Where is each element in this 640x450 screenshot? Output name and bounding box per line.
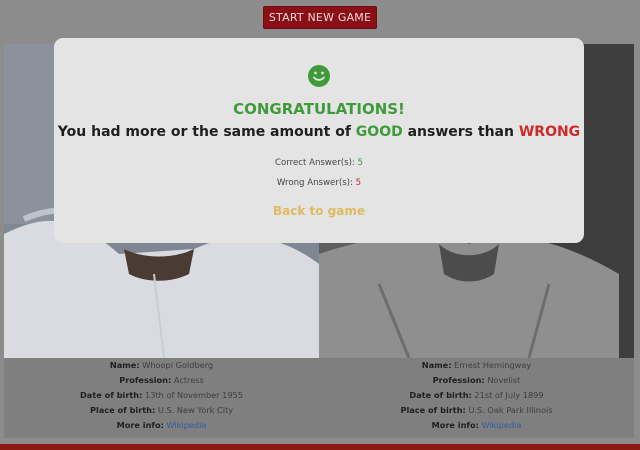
modal-summary: You had more or the same amount of GOOD … [54, 124, 584, 140]
pob-row: Place of birth: U.S. New York City [4, 403, 319, 418]
summary-prefix: You had more or the same amount of [57, 124, 351, 140]
more-info-label: More info: [431, 420, 479, 430]
back-to-game-button[interactable]: Back to game [54, 204, 584, 218]
modal-title: CONGRATULATIONS! [233, 100, 405, 118]
profession-row: Profession: Novelist [319, 373, 634, 388]
info-panel-left: Name: Whoopi Goldberg Profession: Actres… [4, 358, 319, 438]
dob-row: Date of birth: 21st of July 1899 [319, 388, 634, 403]
wrong-word: WRONG [518, 124, 581, 140]
profession-row: Profession: Actress [4, 373, 319, 388]
dob-label: Date of birth: [409, 390, 472, 400]
pob-label: Place of birth: [89, 405, 156, 415]
more-info-row: More info: Wikipedia [4, 418, 319, 433]
dob-value: 13th of November 1955 [145, 390, 243, 400]
footer-bar [0, 444, 640, 450]
name-value: Ernest Hemingway [454, 360, 532, 370]
name-label: Name: [421, 360, 452, 370]
name-value: Whoopi Goldberg [142, 360, 214, 370]
wrong-answers-label: Wrong Answer(s): [276, 178, 353, 188]
wrong-answers-line: Wrong Answer(s): 5 [54, 178, 584, 188]
wikipedia-link[interactable]: Wikipedia [166, 420, 206, 430]
name-row: Name: Ernest Hemingway [319, 358, 634, 373]
pob-value: U.S. Oak Park Illinois [468, 405, 553, 415]
profession-label: Profession: [119, 375, 172, 385]
profession-value: Novelist [487, 375, 521, 385]
smiley-face-icon [308, 65, 330, 87]
wikipedia-link[interactable]: Wikipedia [481, 420, 521, 430]
info-panel-right: Name: Ernest Hemingway Profession: Novel… [319, 358, 634, 438]
correct-answers-count: 5 [357, 158, 364, 168]
wrong-answers-count: 5 [355, 178, 362, 188]
pob-row: Place of birth: U.S. Oak Park Illinois [319, 403, 634, 418]
start-new-game-button[interactable]: START NEW GAME [263, 6, 377, 29]
more-info-row: More info: Wikipedia [319, 418, 634, 433]
pob-label: Place of birth: [400, 405, 466, 415]
dob-value: 21st of July 1899 [474, 390, 544, 400]
good-word: GOOD [355, 124, 403, 140]
name-row: Name: Whoopi Goldberg [4, 358, 319, 373]
correct-answers-label: Correct Answer(s): [274, 158, 355, 168]
more-info-label: More info: [116, 420, 164, 430]
profession-label: Profession: [432, 375, 485, 385]
summary-mid: answers than [407, 124, 514, 140]
profession-value: Actress [173, 375, 204, 385]
name-label: Name: [109, 360, 140, 370]
dob-row: Date of birth: 13th of November 1955 [4, 388, 319, 403]
pob-value: U.S. New York City [157, 405, 234, 415]
dob-label: Date of birth: [80, 390, 143, 400]
correct-answers-line: Correct Answer(s): 5 [54, 158, 584, 168]
result-modal: CONGRATULATIONS! You had more or the sam… [54, 38, 584, 243]
